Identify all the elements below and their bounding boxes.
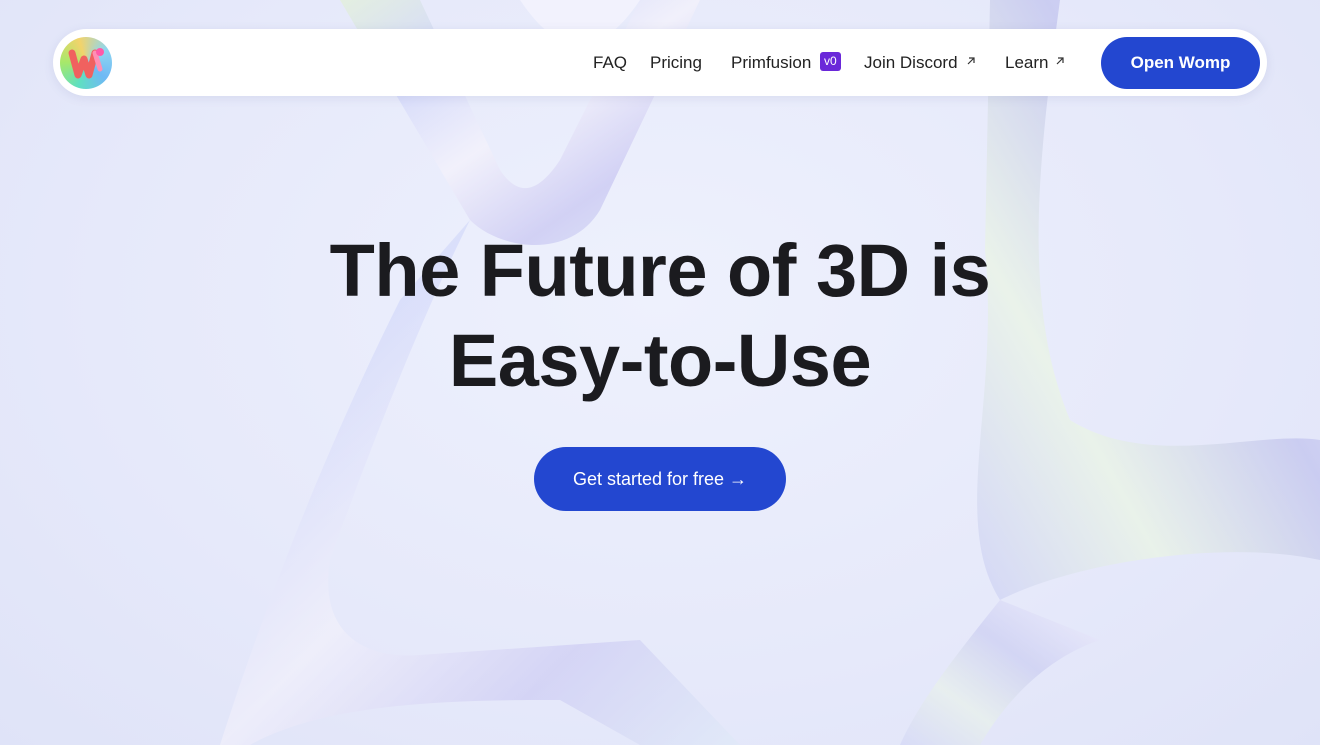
get-started-button[interactable]: Get started for free → [534,447,786,511]
nav-link-join-discord[interactable]: Join Discord [864,29,958,96]
nav-link-primfusion[interactable]: Primfusion [731,29,811,96]
hero-title-line-2: Easy-to-Use [448,319,872,402]
top-navbar: FAQ Pricing Primfusion v0 Join Discord L… [53,29,1267,96]
hero-title-line-1: The Future of 3D is [329,229,991,312]
hero-title: The Future of 3D is Easy-to-Use [160,226,1160,406]
womp-logo[interactable] [60,37,112,89]
nav-link-learn[interactable]: Learn [1005,29,1048,96]
open-womp-button[interactable]: Open Womp [1101,37,1260,89]
external-arrow-icon [967,57,975,65]
nav-link-faq[interactable]: FAQ [593,29,627,96]
external-arrow-icon [1056,57,1064,65]
nav-link-pricing[interactable]: Pricing [650,29,702,96]
primfusion-version-badge: v0 [820,52,841,71]
logo-w-icon [68,48,104,79]
